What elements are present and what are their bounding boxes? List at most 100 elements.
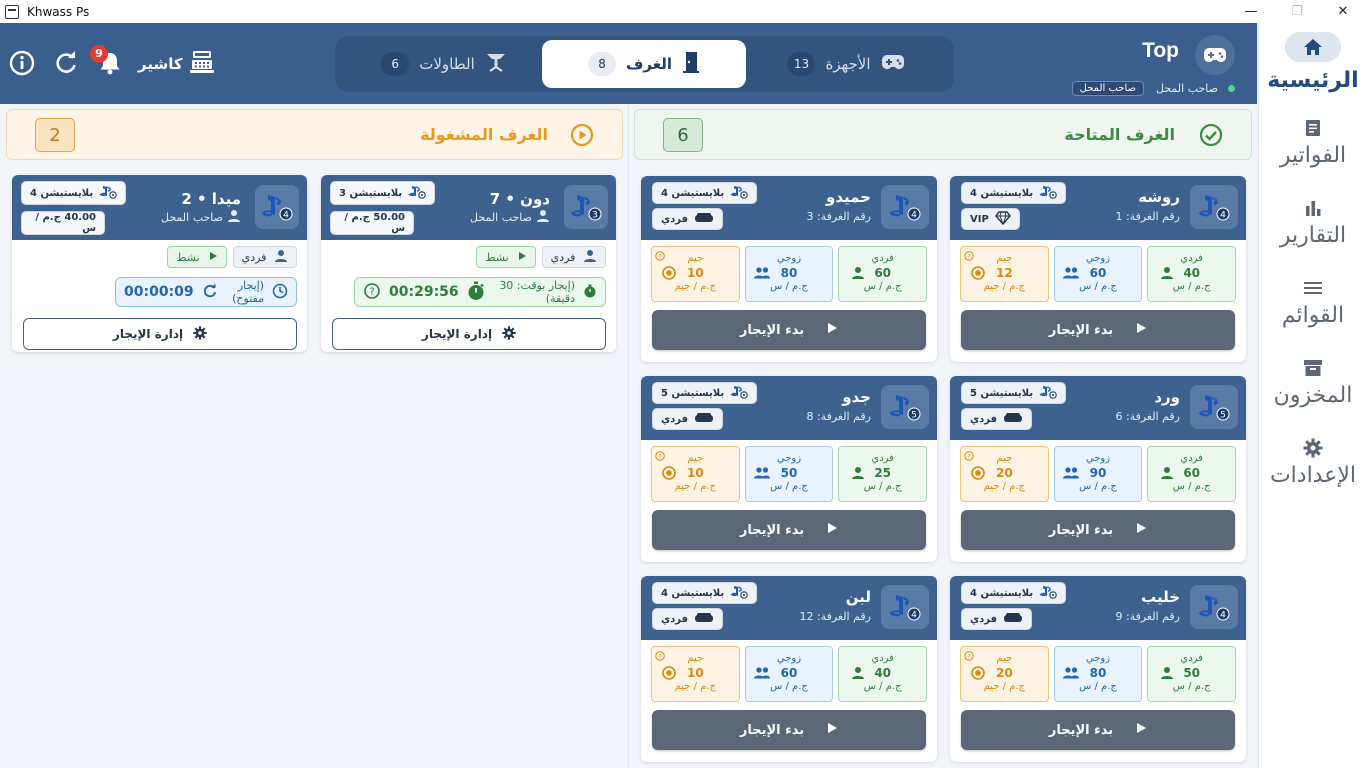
- price-single[interactable]: فردي 25 ج.م / س: [838, 446, 927, 502]
- sidebar-item-lists[interactable]: القوائم: [1259, 277, 1366, 328]
- start-rental-button[interactable]: بدء الإيجار: [961, 710, 1235, 750]
- help-icon[interactable]: ?: [363, 282, 381, 303]
- home-icon: [1285, 32, 1341, 62]
- price-label: جيم: [687, 453, 704, 464]
- info-icon[interactable]: ?: [655, 450, 665, 461]
- timer-value: 00:00:09: [124, 284, 194, 300]
- playstation-mini-icon: [1039, 385, 1057, 402]
- sidebar-item-label: القوائم: [1281, 303, 1345, 328]
- price-unit: ج.م / جيم: [674, 481, 717, 492]
- playstation-mini-icon: [408, 185, 426, 202]
- svg-text:4: 4: [911, 211, 917, 221]
- price-double[interactable]: زوجي 60 ج.م / س: [1053, 246, 1143, 302]
- person-icon: [1160, 466, 1174, 480]
- status-active-tag: نشط: [476, 246, 536, 268]
- available-room-card: 4 لبن رقم الغرفة: 12 بلايستيشن 4 فردي فر…: [641, 576, 937, 762]
- price-single[interactable]: فردي 40 ج.م / س: [838, 646, 927, 702]
- sidebar-item-home[interactable]: الرئيسية: [1259, 32, 1366, 93]
- tab-devices[interactable]: الأجهزة 13: [751, 40, 941, 88]
- person-icon: [227, 209, 241, 226]
- manage-rental-button[interactable]: إدارة الإيجار: [332, 318, 606, 350]
- svg-text:4: 4: [1220, 211, 1226, 221]
- price-double[interactable]: زوجي 80 ج.م / س: [744, 246, 834, 302]
- price-double[interactable]: زوجي 50 ج.م / س: [744, 446, 834, 502]
- device-chip: بلايستيشن 4: [21, 181, 127, 205]
- maximize-button[interactable]: ❐: [1274, 0, 1320, 23]
- info-icon[interactable]: ?: [655, 250, 665, 261]
- playstation-mini-icon: [730, 185, 748, 202]
- info-icon[interactable]: ?: [655, 650, 665, 661]
- timer-value: 00:29:56: [389, 284, 459, 300]
- price-gym[interactable]: ? جيم 10 ج.م / جيم: [650, 446, 740, 502]
- room-name: ورد: [1154, 388, 1180, 406]
- start-rental-button[interactable]: بدء الإيجار: [961, 510, 1235, 550]
- start-rental-button[interactable]: بدء الإيجار: [652, 510, 926, 550]
- info-icon[interactable]: ?: [964, 450, 974, 461]
- tab-rooms[interactable]: الغرف 8: [542, 40, 746, 88]
- owner-status-label: صاحب المحل: [1156, 82, 1218, 95]
- price-unit: ج.م / جيم: [983, 481, 1026, 492]
- price-unit: ج.م / جيم: [983, 681, 1026, 692]
- price-label: زوجي: [776, 653, 802, 664]
- bed-icon: [1003, 612, 1023, 627]
- info-icon[interactable]: ?: [964, 250, 974, 261]
- price-double[interactable]: زوجي 60 ج.م / س: [744, 646, 834, 702]
- price-single[interactable]: فردي 60 ج.م / س: [838, 246, 927, 302]
- check-circle-icon: [1199, 123, 1223, 147]
- room-name: دون • 7: [489, 190, 550, 208]
- status-active-tag: نشط: [167, 246, 227, 268]
- manage-rental-button[interactable]: إدارة الإيجار: [23, 318, 297, 350]
- occupied-rooms-count: 2: [35, 118, 75, 152]
- price-gym[interactable]: ? جيم 20 ج.م / جيم: [959, 646, 1049, 702]
- tab-tables[interactable]: الطاولات 6: [351, 40, 537, 88]
- price-label: فردي: [871, 253, 894, 264]
- price-double[interactable]: زوجي 80 ج.م / س: [1053, 646, 1143, 702]
- price-gym[interactable]: ? جيم 20 ج.م / جيم: [959, 446, 1049, 502]
- price-label: جيم: [687, 653, 704, 664]
- room-name: روشه: [1138, 188, 1180, 206]
- price-double[interactable]: زوجي 90 ج.م / س: [1053, 446, 1143, 502]
- price-label: زوجي: [1085, 453, 1111, 464]
- sidebar: الرئيسية الفواتير التقارير القوائم المخز…: [1258, 23, 1366, 768]
- rental-timer: (إيجار مفتوح) 00:00:09: [115, 277, 297, 307]
- rental-type-label: فردي: [241, 250, 267, 264]
- info-icon[interactable]: ?: [964, 650, 974, 661]
- start-rental-button[interactable]: بدء الإيجار: [961, 310, 1235, 350]
- minimize-button[interactable]: —: [1228, 0, 1274, 23]
- price-gym[interactable]: ? جيم 10 ج.م / جيم: [650, 246, 740, 302]
- room-mode-label: فردي: [970, 413, 998, 425]
- price-single[interactable]: فردي 40 ج.م / س: [1147, 246, 1236, 302]
- info-icon[interactable]: [9, 50, 35, 76]
- price-gym[interactable]: ? جيم 12 ج.م / جيم: [959, 246, 1049, 302]
- start-rental-button[interactable]: بدء الإيجار: [652, 310, 926, 350]
- manage-rental-label: إدارة الإيجار: [112, 327, 184, 341]
- close-button[interactable]: ✕: [1320, 0, 1366, 23]
- play-icon: [517, 251, 527, 264]
- price-unit: ج.م / س: [1079, 481, 1117, 492]
- refresh-icon[interactable]: [53, 50, 79, 76]
- sidebar-item-invoices[interactable]: الفواتير: [1259, 117, 1366, 168]
- room-owner-label: صاحب المحل: [470, 211, 532, 224]
- person-icon: [851, 666, 865, 680]
- sidebar-item-settings[interactable]: الإعدادات: [1259, 437, 1366, 488]
- playstation-mini-icon: [1039, 185, 1057, 202]
- device-label: بلايستيشن 3: [339, 187, 403, 199]
- start-rental-button[interactable]: بدء الإيجار: [652, 710, 926, 750]
- room-mode-label: VIP: [970, 213, 989, 225]
- sidebar-item-reports[interactable]: التقارير: [1259, 197, 1366, 248]
- bed-icon: [694, 612, 714, 627]
- price-unit: ج.م / س: [1079, 281, 1117, 292]
- sidebar-item-inventory[interactable]: المخزون: [1259, 357, 1366, 408]
- price-single[interactable]: فردي 60 ج.م / س: [1147, 446, 1236, 502]
- people-icon: [753, 266, 770, 280]
- device-label: بلايستيشن 4: [970, 587, 1034, 599]
- room-card-header: 5 ورد رقم الغرفة: 6 بلايستيشن 5 فردي: [950, 376, 1246, 440]
- owner-role-chip: صاحب المحل: [1071, 81, 1144, 96]
- playstation-mini-icon: [730, 385, 748, 402]
- price-single[interactable]: فردي 50 ج.م / س: [1147, 646, 1236, 702]
- price-unit: ج.م / جيم: [674, 681, 717, 692]
- gear-icon: [502, 325, 516, 343]
- cashier-button[interactable]: كاشير: [138, 51, 215, 77]
- price-gym[interactable]: ? جيم 10 ج.م / جيم: [650, 646, 740, 702]
- price-unit: ج.م / س: [863, 281, 902, 292]
